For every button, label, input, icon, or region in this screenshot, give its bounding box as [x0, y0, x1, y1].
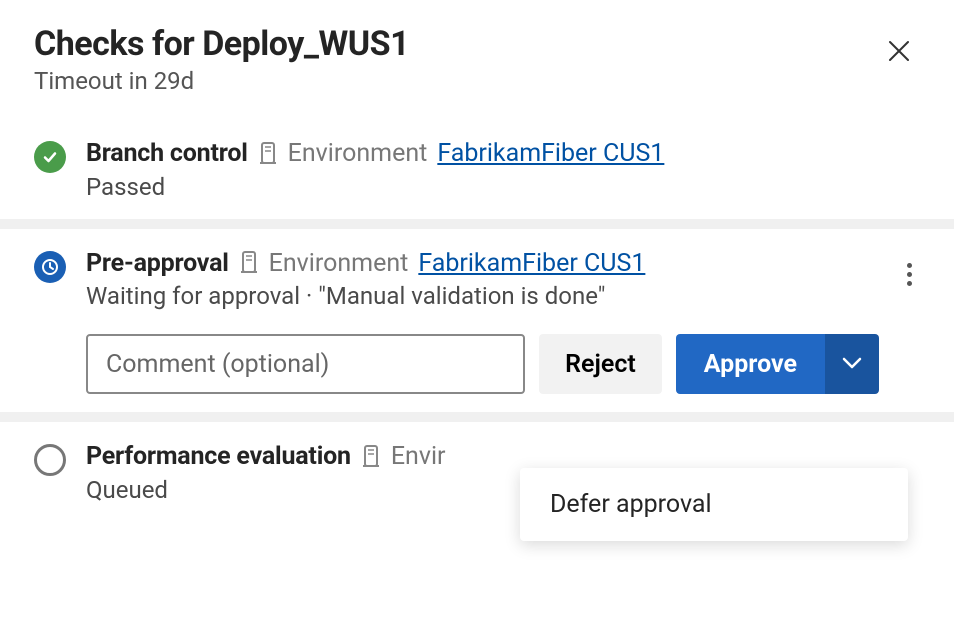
comment-input[interactable]: [86, 334, 525, 394]
defer-approval-item[interactable]: Defer approval: [520, 468, 908, 541]
check-name: Performance evaluation: [86, 440, 351, 474]
divider: [0, 219, 954, 229]
environment-label: Environment: [288, 137, 428, 171]
environment-label: Environment: [269, 247, 409, 281]
status-waiting-icon: [34, 251, 66, 283]
more-vertical-icon: [907, 263, 912, 286]
check-branch-control: Branch control Environment FabrikamFiber…: [0, 119, 954, 219]
chevron-down-icon: [842, 357, 862, 372]
server-icon: [239, 250, 259, 276]
check-name: Branch control: [86, 137, 248, 171]
reject-button[interactable]: Reject: [539, 334, 662, 394]
divider: [0, 412, 954, 422]
panel-header: Checks for Deploy_WUS1 Timeout in 29d: [0, 24, 954, 119]
server-icon: [361, 444, 381, 470]
check-status: Passed: [86, 173, 920, 201]
approve-button[interactable]: Approve: [676, 334, 825, 394]
environment-link[interactable]: FabrikamFiber CUS1: [418, 247, 645, 281]
status-queued-icon: [34, 444, 66, 476]
close-icon: [888, 40, 910, 65]
approve-dropdown-menu: Defer approval: [520, 468, 908, 541]
check-status: Waiting for approval · "Manual validatio…: [86, 282, 879, 310]
more-actions-button[interactable]: [899, 255, 920, 294]
status-passed-icon: [34, 141, 66, 173]
check-name: Pre-approval: [86, 247, 229, 281]
server-icon: [258, 141, 278, 167]
approve-split-button: Approve: [676, 334, 879, 394]
panel-title: Checks for Deploy_WUS1: [34, 24, 878, 65]
environment-link[interactable]: FabrikamFiber CUS1: [437, 137, 664, 171]
panel-timeout: Timeout in 29d: [34, 67, 878, 95]
check-pre-approval: Pre-approval Environment FabrikamFiber C…: [0, 229, 954, 413]
approve-dropdown-toggle[interactable]: [825, 334, 879, 394]
environment-label-clipped: Envir: [391, 440, 446, 474]
close-button[interactable]: [878, 30, 920, 75]
